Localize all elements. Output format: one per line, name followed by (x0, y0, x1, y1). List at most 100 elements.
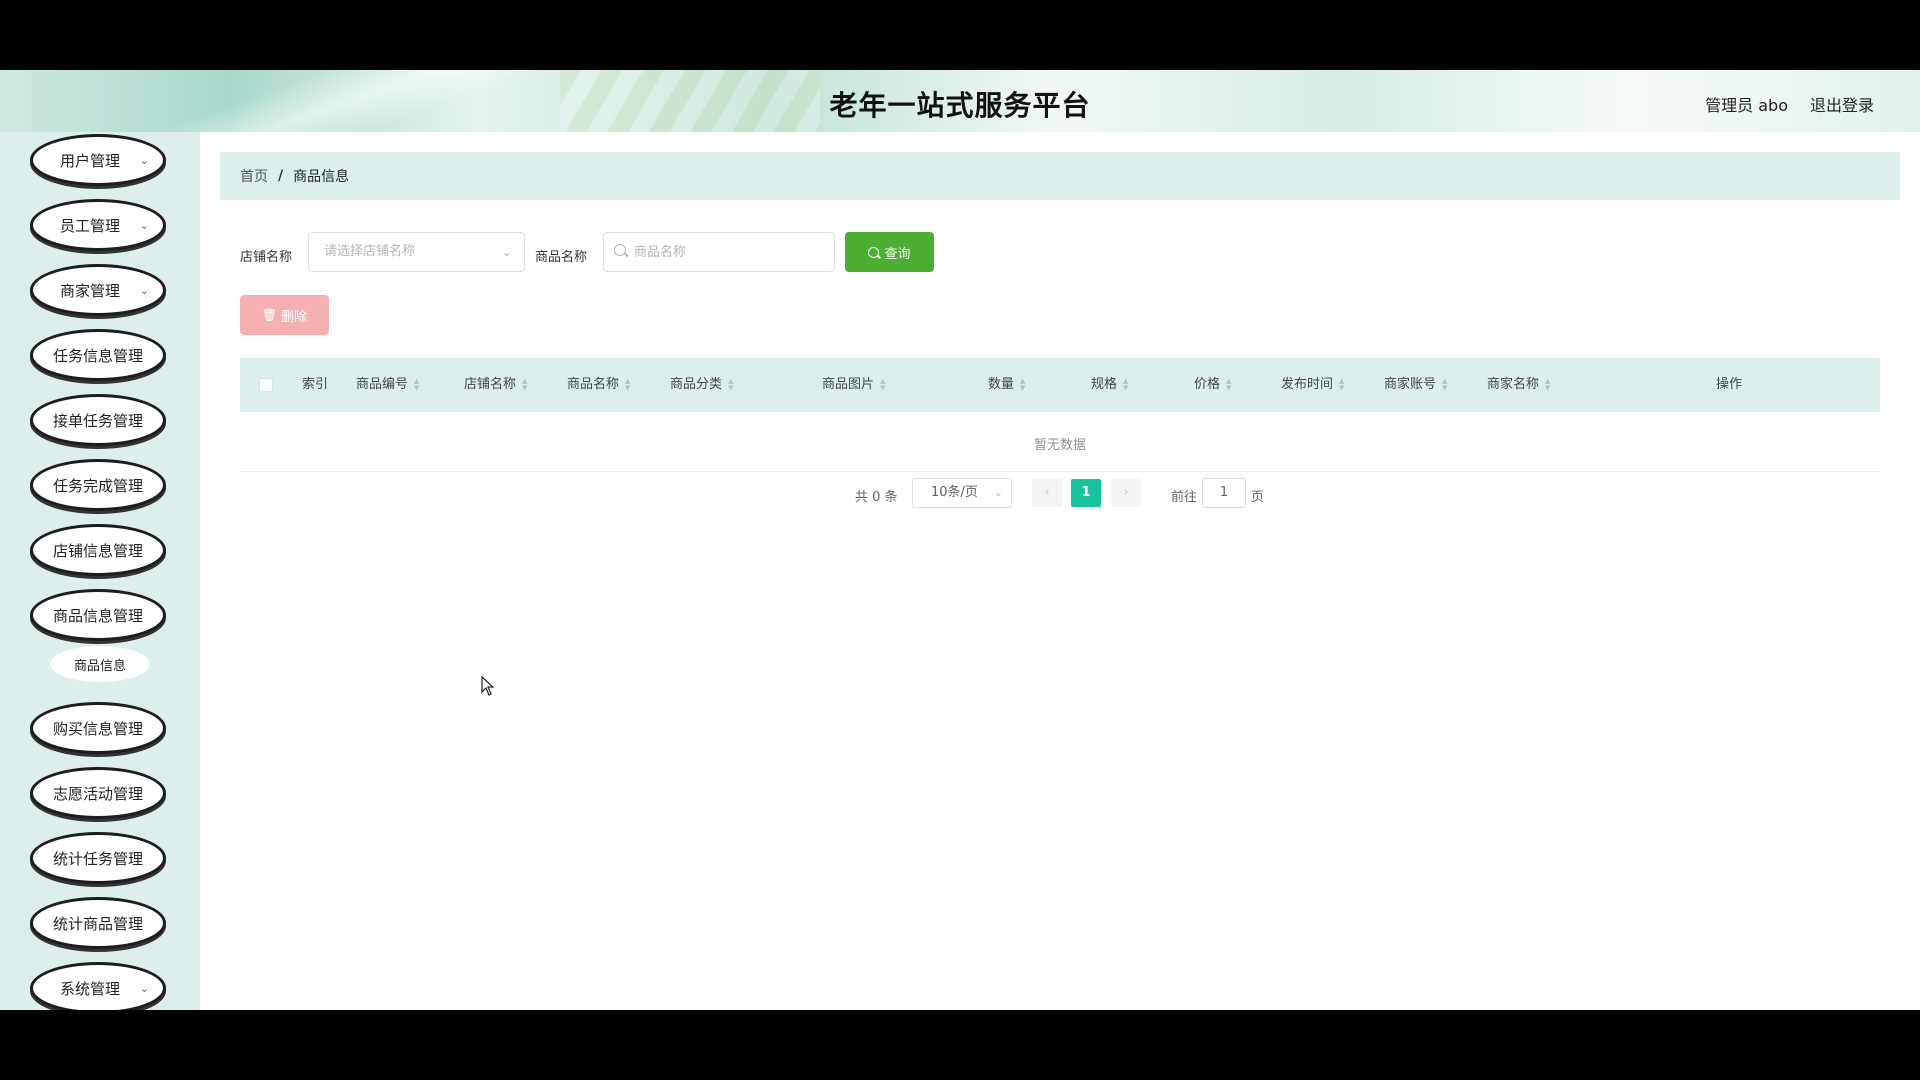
page-size-select[interactable]: 10条/页 ⌄ (912, 478, 1012, 508)
page-suffix-label: 页 (1251, 490, 1265, 505)
column-header-label: 店铺名称 (464, 377, 517, 392)
sort-icon[interactable]: ▲ ▼ (1339, 377, 1344, 392)
chevron-down-icon: ⌄ (139, 219, 149, 232)
mouse-cursor-icon (481, 676, 495, 696)
column-header-spec[interactable]: 规格 ▲ ▼ (1091, 358, 1128, 412)
chevron-left-icon: ‹ (1044, 485, 1050, 500)
shop-name-label: 店铺名称 (240, 250, 293, 265)
sidebar-item-purchase-info[interactable]: 购买信息管理 (30, 702, 166, 754)
sort-icon[interactable]: ▲ ▼ (1226, 377, 1231, 392)
sort-icon[interactable]: ▲ ▼ (1123, 377, 1128, 392)
sidebar: 用户管理 ⌄ 员工管理 ⌄ 商家管理 ⌄ 任务信息管理 接单任务管理 任务完成管… (0, 132, 200, 1010)
product-name-field[interactable] (603, 232, 835, 272)
column-header-label: 规格 (1091, 377, 1118, 392)
select-all-checkbox[interactable] (259, 378, 273, 392)
user-name: 管理员 abo (1705, 96, 1788, 115)
product-name-input[interactable] (634, 233, 829, 271)
sidebar-item-shop-info[interactable]: 店铺信息管理 (30, 524, 166, 576)
column-header-merchant-account[interactable]: 商家账号 ▲ ▼ (1384, 358, 1447, 412)
column-header-price[interactable]: 价格 ▲ ▼ (1194, 358, 1231, 412)
sidebar-item-volunteer-activity[interactable]: 志愿活动管理 (30, 767, 166, 819)
goto-page-input[interactable]: 1 (1202, 478, 1246, 508)
delete-button-label: 删除 (281, 309, 308, 325)
column-header-product-name[interactable]: 商品名称 ▲ ▼ (567, 358, 630, 412)
sidebar-item-product-info[interactable]: 商品信息管理 (30, 589, 166, 641)
goto-label: 前往 (1171, 490, 1198, 505)
column-header-product-no[interactable]: 商品编号 ▲ ▼ (356, 358, 419, 412)
sidebar-item-task-info[interactable]: 任务信息管理 (30, 329, 166, 381)
sidebar-item-label: 任务完成管理 (52, 476, 143, 495)
query-button[interactable]: 查询 (845, 232, 934, 272)
column-header-merchant-name[interactable]: 商家名称 ▲ ▼ (1487, 358, 1550, 412)
sidebar-item-label: 任务信息管理 (52, 346, 143, 365)
column-header-category[interactable]: 商品分类 ▲ ▼ (670, 358, 733, 412)
sidebar-item-label: 购买信息管理 (52, 719, 143, 738)
sort-icon[interactable]: ▲ ▼ (625, 377, 630, 392)
sidebar-item-merchant-management[interactable]: 商家管理 ⌄ (30, 264, 166, 316)
page-size-value: 10条/页 (931, 485, 978, 500)
column-header-label: 操作 (1716, 377, 1743, 392)
search-icon (868, 246, 880, 258)
sort-icon[interactable]: ▲ ▼ (414, 377, 419, 392)
page-title: 老年一站式服务平台 (829, 89, 1091, 122)
sort-icon[interactable]: ▲ ▼ (728, 377, 733, 392)
page-number-current[interactable]: 1 (1071, 479, 1101, 507)
sidebar-item-task-completion[interactable]: 任务完成管理 (30, 459, 166, 511)
product-name-label: 商品名称 (535, 250, 588, 265)
sort-icon[interactable]: ▲ ▼ (1545, 377, 1550, 392)
sidebar-item-label: 店铺信息管理 (52, 541, 143, 560)
column-header-label: 商品分类 (670, 377, 723, 392)
sidebar-item-label: 统计商品管理 (52, 914, 143, 933)
app-window: 老年一站式服务平台 管理员 abo 退出登录 用户管理 ⌄ 员工管理 ⌄ 商家管… (0, 70, 1920, 1010)
breadcrumb-home[interactable]: 首页 (240, 166, 268, 186)
column-header-index: 索引 (302, 358, 328, 412)
sidebar-subitem-product-info[interactable]: 商品信息 (50, 646, 150, 682)
sidebar-item-user-management[interactable]: 用户管理 ⌄ (30, 134, 166, 186)
column-header-product-image[interactable]: 商品图片 ▲ ▼ (822, 358, 885, 412)
sidebar-item-accepted-tasks[interactable]: 接单任务管理 (30, 394, 166, 446)
search-icon (614, 244, 626, 256)
breadcrumb-current: 商品信息 (293, 169, 350, 185)
sidebar-item-label: 系统管理 (59, 979, 120, 998)
query-button-label: 查询 (884, 246, 911, 262)
chevron-down-icon: ⌄ (139, 284, 149, 297)
logout-button[interactable]: 退出登录 (1810, 92, 1874, 116)
column-header-publish-time[interactable]: 发布时间 ▲ ▼ (1281, 358, 1344, 412)
chevron-down-icon: ⌄ (139, 154, 149, 167)
chevron-down-icon: ⌄ (501, 245, 512, 259)
sort-icon[interactable]: ▲ ▼ (522, 377, 527, 392)
sidebar-item-label: 用户管理 (59, 151, 120, 170)
sort-icon[interactable]: ▲ ▼ (880, 377, 885, 392)
column-header-label: 商品名称 (567, 377, 620, 392)
prev-page-button[interactable]: ‹ (1032, 479, 1062, 507)
sidebar-item-label: 商家管理 (59, 281, 120, 300)
sidebar-item-label: 员工管理 (59, 216, 120, 235)
sidebar-item-product-statistics[interactable]: 统计商品管理 (30, 897, 166, 949)
column-header-label: 价格 (1194, 377, 1221, 392)
column-header-quantity[interactable]: 数量 ▲ ▼ (988, 358, 1025, 412)
sidebar-item-label: 接单任务管理 (52, 411, 143, 430)
column-header-label: 数量 (988, 377, 1015, 392)
table-body: 暂无数据 (240, 412, 1880, 472)
sort-icon[interactable]: ▲ ▼ (1020, 377, 1025, 392)
delete-button[interactable]: 🗑 删除 (240, 295, 329, 335)
sidebar-item-label: 志愿活动管理 (52, 784, 143, 803)
sidebar-item-system-management[interactable]: 系统管理 ⌄ (30, 962, 166, 1010)
pagination-total: 共 0 条 (855, 490, 898, 505)
chevron-down-icon: ⌄ (993, 486, 1003, 499)
trash-icon: 🗑 (261, 308, 278, 322)
shop-name-select[interactable]: 请选择店铺名称 ⌄ (308, 232, 525, 272)
column-header-shop-name[interactable]: 店铺名称 ▲ ▼ (464, 358, 527, 412)
sidebar-item-task-statistics[interactable]: 统计任务管理 (30, 832, 166, 884)
column-header-label: 索引 (302, 377, 329, 392)
sort-icon[interactable]: ▲ ▼ (1442, 377, 1447, 392)
product-table: 索引 商品编号 ▲ ▼ 店铺名称 ▲ ▼ 商品名称 ▲ ▼ 商品分类 ▲ ▼ 商品图片 ▲ ▼ 数量… (240, 358, 1880, 472)
column-header-actions: 操作 (1716, 358, 1742, 412)
column-header-label: 商品编号 (356, 377, 409, 392)
breadcrumb: 首页 / 商品信息 (220, 152, 1900, 200)
sidebar-item-staff-management[interactable]: 员工管理 ⌄ (30, 199, 166, 251)
next-page-button[interactable]: › (1111, 479, 1141, 507)
sidebar-item-label: 统计任务管理 (52, 849, 143, 868)
shop-name-placeholder: 请选择店铺名称 (324, 244, 416, 259)
column-header-label: 发布时间 (1281, 377, 1334, 392)
